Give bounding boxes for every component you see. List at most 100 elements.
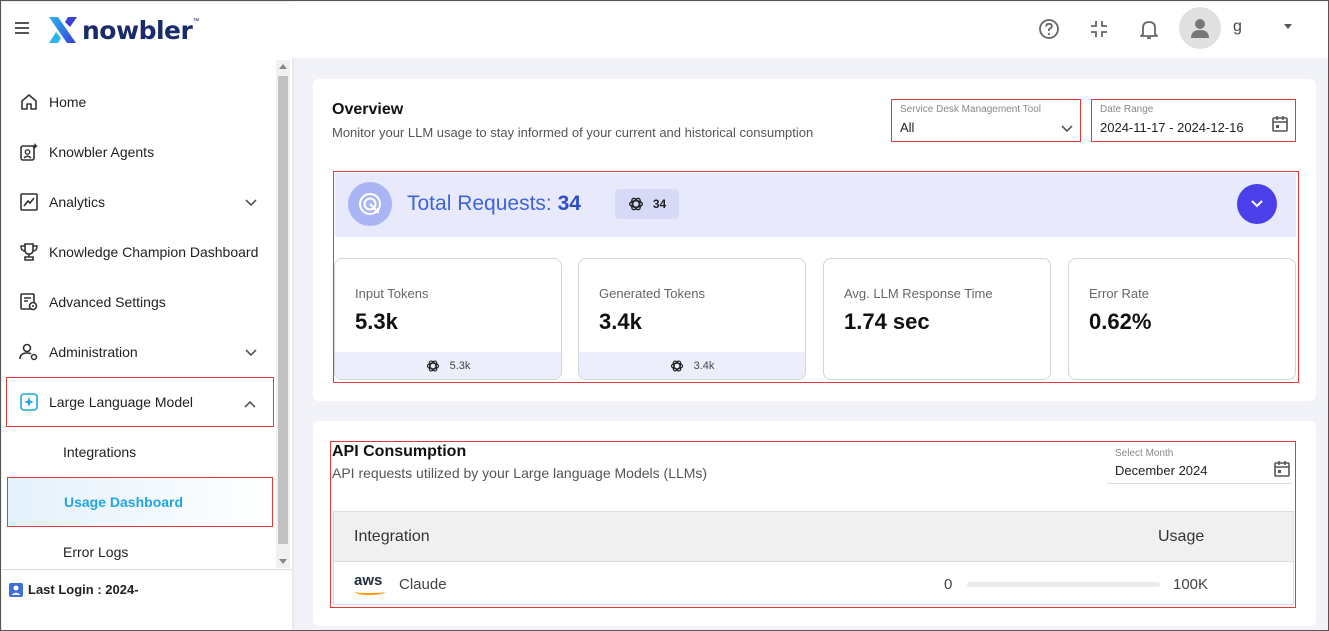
metric-avg-response-time: Avg. LLM Response Time 1.74 sec	[823, 258, 1051, 380]
top-bar: g	[292, 2, 1328, 58]
sidebar-subitem-label: Integrations	[63, 444, 137, 460]
metric-generated-tokens: Generated Tokens 3.4k 3.4k	[578, 258, 806, 380]
overview-subtitle: Monitor your LLM usage to stay informed …	[332, 125, 814, 140]
sidebar-subitem-label: Error Logs	[63, 544, 129, 560]
openai-icon	[628, 197, 643, 211]
metric-value: 5.3k	[355, 309, 398, 334]
chip-value: 34	[652, 197, 667, 211]
date-range-field[interactable]: Date Range 2024-11-17 - 2024-12-16	[1091, 99, 1296, 142]
metric-value: 3.4k	[599, 309, 642, 334]
field-label: Date Range	[1100, 104, 1154, 115]
total-requests-label: Total Requests:	[407, 192, 552, 215]
table-row: aws Claude 0 100K	[334, 562, 1293, 606]
overview-card: Overview Monitor your LLM usage to stay …	[313, 79, 1316, 401]
collapse-icon[interactable]	[1088, 18, 1110, 40]
home-icon	[18, 91, 40, 113]
column-header-usage: Usage	[1158, 528, 1205, 545]
field-value: 2024-11-17 - 2024-12-16	[1100, 120, 1244, 135]
app-frame: nowbler ™ Home Knowbler Agents Analytics…	[0, 0, 1329, 631]
user-badge-icon	[9, 582, 23, 597]
metric-value: 1.74 sec	[844, 309, 930, 334]
sidebar-item-analytics[interactable]: Analytics	[2, 177, 274, 227]
metric-error-rate: Error Rate 0.62%	[1068, 258, 1296, 380]
chevron-down-icon[interactable]	[1060, 121, 1074, 139]
metric-label: Avg. LLM Response Time	[844, 286, 993, 301]
sidebar-item-label: Advanced Settings	[49, 294, 166, 310]
sidebar-scrollbar[interactable]	[276, 60, 290, 568]
calendar-icon[interactable]	[1271, 115, 1289, 138]
user-menu-caret-icon[interactable]	[1284, 24, 1292, 29]
metric-value: 0.62%	[1089, 309, 1152, 334]
sidebar-item-label: Large Language Model	[49, 394, 194, 410]
help-icon[interactable]	[1038, 18, 1060, 40]
openai-requests-chip: 34	[615, 189, 679, 219]
agent-icon	[18, 141, 40, 163]
field-label: Service Desk Management Tool	[900, 104, 1041, 115]
last-login: Last Login : 2024-	[2, 569, 292, 609]
sidebar-subitem-label: Usage Dashboard	[64, 494, 184, 510]
expand-toggle-button[interactable]	[1237, 184, 1277, 224]
sidebar-nav: Home Knowbler Agents Analytics Knowledge…	[2, 77, 274, 577]
sidebar-item-label: Home	[49, 94, 87, 110]
last-login-text: Last Login : 2024-	[28, 582, 139, 597]
user-name[interactable]: g	[1233, 18, 1242, 36]
usage-progress-bar	[967, 582, 1160, 587]
total-requests-value: 34	[557, 192, 581, 215]
scroll-down-icon[interactable]	[279, 559, 287, 564]
integration-name: Claude	[399, 576, 447, 593]
chart-line-icon	[18, 191, 40, 213]
metric-footer-value: 3.4k	[693, 359, 715, 372]
sidebar-subitem-usage-dashboard[interactable]: Usage Dashboard	[7, 477, 273, 527]
metric-label: Generated Tokens	[599, 286, 705, 301]
avatar[interactable]	[1179, 7, 1221, 49]
usage-min: 0	[944, 576, 953, 593]
menu-icon[interactable]	[15, 22, 31, 36]
sidebar-item-administration[interactable]: Administration	[2, 327, 274, 377]
metric-footer: 3.4k	[579, 352, 805, 379]
chevron-down-icon[interactable]	[244, 195, 258, 211]
table-header: Integration Usage	[334, 512, 1293, 562]
logo[interactable]: nowbler ™	[46, 12, 199, 48]
usage-table: Integration Usage aws Claude 0 100K	[333, 511, 1294, 605]
select-month-field[interactable]: Select Month December 2024	[1107, 442, 1293, 484]
scrollbar-thumb[interactable]	[278, 76, 288, 544]
sidebar-item-large-language-model[interactable]: Large Language Model	[6, 377, 274, 427]
requests-icon	[348, 182, 392, 226]
metric-label: Input Tokens	[355, 286, 429, 301]
field-label: Select Month	[1115, 448, 1174, 459]
sidebar-item-advanced-settings[interactable]: Advanced Settings	[2, 277, 274, 327]
llm-icon	[18, 391, 40, 413]
sidebar-item-label: Knowledge Champion Dashboard	[49, 244, 259, 260]
scroll-up-icon[interactable]	[279, 64, 287, 69]
admin-user-icon	[18, 341, 40, 363]
bell-icon[interactable]	[1138, 18, 1160, 40]
sidebar-subitem-integrations[interactable]: Integrations	[2, 427, 274, 477]
total-requests-panel: Total Requests: 34 34 Input Tokens 5.3k …	[333, 171, 1299, 383]
logo-mark-icon	[49, 17, 77, 43]
sidebar-item-label: Knowbler Agents	[49, 144, 155, 160]
logo-trademark: ™	[192, 18, 200, 25]
sidebar-item-home[interactable]: Home	[2, 77, 274, 127]
api-consumption-subtitle: API requests utilized by your Large lang…	[332, 465, 708, 481]
metric-footer-value: 5.3k	[449, 359, 471, 372]
sidebar-item-knowbler-agents[interactable]: Knowbler Agents	[2, 127, 274, 177]
logo-text: nowbler	[82, 15, 193, 45]
sidebar-item-knowledge-champion-dashboard[interactable]: Knowledge Champion Dashboard	[2, 227, 274, 277]
usage-max: 100K	[1173, 576, 1209, 593]
settings-icon	[18, 291, 40, 313]
chevron-down-icon	[1251, 200, 1263, 208]
trophy-icon	[18, 241, 40, 263]
chevron-down-icon[interactable]	[244, 345, 258, 361]
sidebar: nowbler ™ Home Knowbler Agents Analytics…	[2, 2, 292, 630]
field-value: All	[900, 120, 915, 135]
total-requests-header: Total Requests: 34 34	[335, 173, 1296, 237]
chevron-up-icon[interactable]	[243, 396, 257, 412]
openai-icon	[670, 359, 683, 372]
api-consumption-title: API Consumption	[332, 443, 467, 460]
sidebar-item-label: Analytics	[49, 194, 106, 210]
aws-logo: aws	[354, 572, 383, 589]
service-desk-tool-select[interactable]: Service Desk Management Tool All	[891, 99, 1081, 142]
openai-icon	[426, 359, 439, 372]
user-icon	[1191, 19, 1209, 38]
calendar-icon[interactable]	[1273, 460, 1291, 483]
